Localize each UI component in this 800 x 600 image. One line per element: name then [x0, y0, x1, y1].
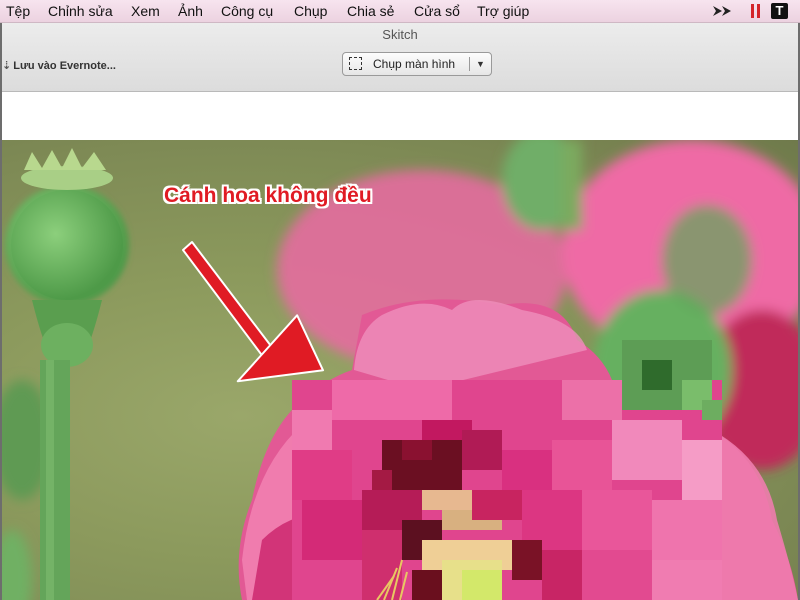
- forward-arrows-icon[interactable]: [711, 3, 735, 19]
- menu-tools[interactable]: Công cụ: [221, 3, 273, 19]
- save-to-evernote-button[interactable]: ⇣ Lưu vào Evernote...: [2, 58, 116, 74]
- menu-image[interactable]: Ảnh: [178, 3, 203, 19]
- pause-icon[interactable]: [750, 3, 762, 19]
- screen: Tệp Chỉnh sửa Xem Ảnh Công cụ Chụp Chia …: [0, 0, 800, 600]
- image-canvas[interactable]: Cánh hoa không đều: [2, 140, 798, 600]
- window-title: Skitch: [382, 27, 418, 42]
- menu-bar: Tệp Chỉnh sửa Xem Ảnh Công cụ Chụp Chia …: [0, 0, 800, 23]
- menu-help[interactable]: Trợ giúp: [477, 3, 529, 19]
- menu-share[interactable]: Chia sẻ: [347, 3, 394, 19]
- menu-capture[interactable]: Chụp: [294, 3, 327, 19]
- skitch-icon[interactable]: T: [771, 3, 788, 19]
- screen-capture-button[interactable]: Chụp màn hình ▼: [342, 52, 492, 76]
- evernote-icon: ⇣: [2, 60, 12, 72]
- chevron-down-icon[interactable]: ▼: [476, 56, 485, 72]
- screen-capture-label: Chụp màn hình: [373, 57, 456, 71]
- menu-file[interactable]: Tệp: [6, 3, 30, 19]
- menu-view[interactable]: Xem: [131, 3, 160, 19]
- selection-marquee-icon: [349, 57, 362, 70]
- menu-edit[interactable]: Chỉnh sửa: [48, 3, 113, 19]
- button-divider: [469, 57, 470, 71]
- menu-window[interactable]: Cửa sổ: [414, 3, 460, 19]
- canvas-top-margin: [2, 92, 798, 140]
- save-to-evernote-label: Lưu vào Evernote...: [13, 60, 116, 72]
- annotation-label[interactable]: Cánh hoa không đều: [164, 183, 372, 209]
- poppy-photo: [2, 140, 798, 600]
- window-toolbar: Skitch ⇣ Lưu vào Evernote... Chụp màn hìn…: [2, 23, 798, 92]
